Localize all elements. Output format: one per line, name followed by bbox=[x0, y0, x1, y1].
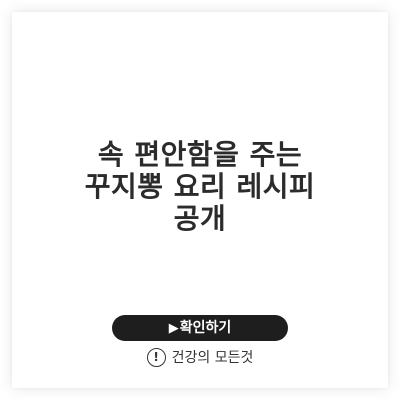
play-icon: ▶ bbox=[168, 321, 179, 336]
site-label: ! 건강의 모든것 bbox=[0, 346, 400, 370]
headline-line-1: 속 편안함을 주는 bbox=[97, 138, 303, 171]
exclamation-circle-icon: ! bbox=[146, 347, 166, 367]
confirm-button[interactable]: ▶확인하기 bbox=[112, 315, 288, 341]
headline: 속 편안함을 주는 꾸지뽕 요리 레시피 공개 bbox=[0, 139, 400, 235]
confirm-button-label: 확인하기 bbox=[179, 320, 232, 336]
site-name: 건강의 모든것 bbox=[171, 350, 254, 366]
headline-line-2: 꾸지뽕 요리 레시피 bbox=[84, 170, 316, 203]
headline-line-3: 공개 bbox=[173, 202, 227, 235]
